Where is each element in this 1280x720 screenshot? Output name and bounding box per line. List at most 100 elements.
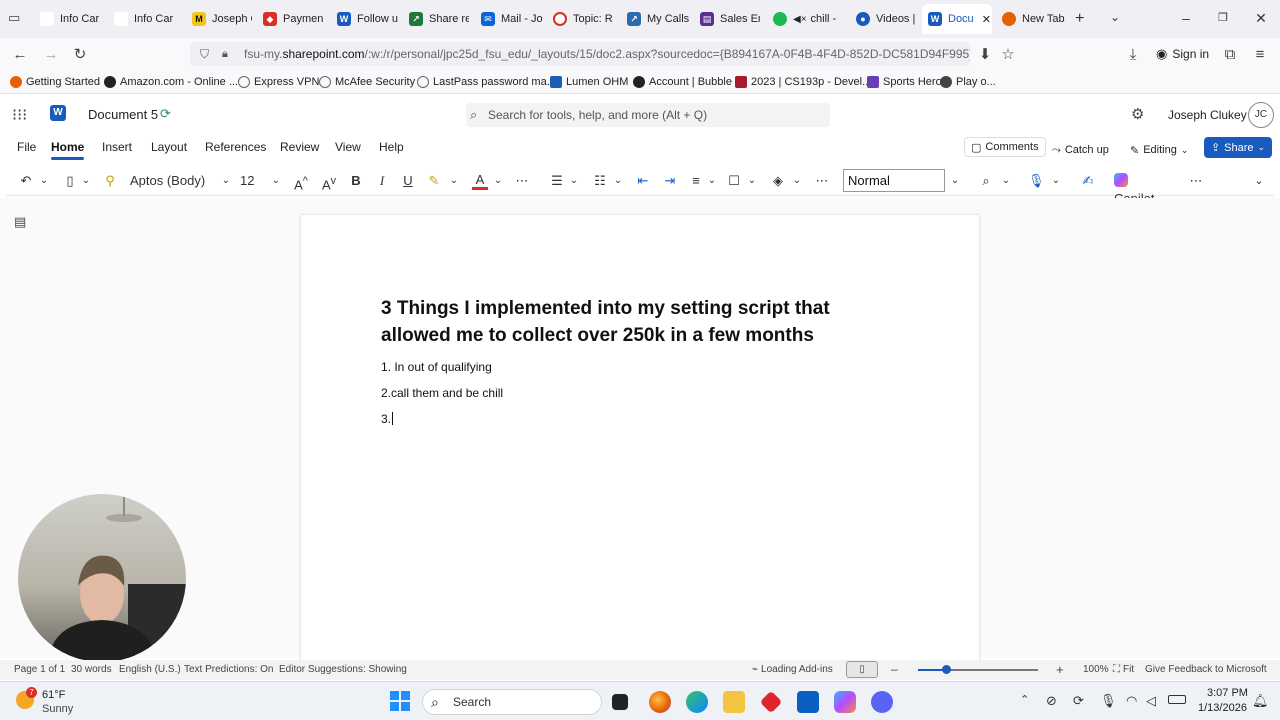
tab-home[interactable]: Home: [51, 140, 85, 160]
editing-mode-button[interactable]: ✎ Editing ⌄: [1130, 140, 1188, 160]
list-item[interactable]: 3.: [381, 412, 394, 426]
browser-tab[interactable]: Topic: R: [553, 4, 613, 34]
highlight-icon[interactable]: ✎: [426, 172, 442, 190]
share-button[interactable]: ⇪ Share ⌄: [1204, 137, 1272, 158]
zoom-in-icon[interactable]: +: [1056, 662, 1064, 677]
style-select[interactable]: Normal: [843, 169, 945, 192]
downloads-icon[interactable]: ⤓: [1124, 46, 1142, 64]
extensions-icon[interactable]: ⧉: [1221, 46, 1239, 64]
bookmark-star-icon[interactable]: ☆: [999, 46, 1017, 64]
tab-file[interactable]: File: [17, 140, 36, 154]
settings-gear-icon[interactable]: ⚙: [1131, 105, 1144, 123]
browser-tab[interactable]: W Follow u: [337, 4, 399, 34]
close-window-icon[interactable]: ✕: [1251, 8, 1271, 28]
clipboard-icon[interactable]: ▯: [62, 172, 78, 190]
underline-icon[interactable]: U: [400, 172, 416, 190]
store-icon[interactable]: [797, 691, 819, 713]
find-icon[interactable]: ⌕: [978, 172, 994, 190]
tab-help[interactable]: Help: [379, 140, 404, 154]
decrease-indent-icon[interactable]: ⇤: [635, 172, 651, 190]
browser-tab[interactable]: New Tab: [1002, 4, 1068, 34]
copilot-button[interactable]: Copilot: [1114, 172, 1176, 206]
catch-up-button[interactable]: ⤳ Catch up: [1052, 140, 1109, 160]
language-status[interactable]: English (U.S.): [119, 664, 181, 675]
bookmark-item[interactable]: McAfee Security: [319, 74, 415, 90]
print-layout-icon[interactable]: ▯: [846, 661, 878, 678]
document-page[interactable]: 3 Things I implemented into my setting s…: [300, 214, 980, 674]
align-icon[interactable]: ≡: [688, 172, 704, 190]
shrink-font-icon[interactable]: Av: [320, 172, 338, 192]
page-count[interactable]: Page 1 of 1: [14, 664, 65, 675]
italic-icon[interactable]: I: [374, 172, 390, 190]
bookmark-item[interactable]: Amazon.com - Online ...: [104, 74, 238, 90]
red-app-icon[interactable]: [759, 690, 783, 714]
zoom-slider-thumb[interactable]: [942, 665, 951, 674]
wifi-icon[interactable]: ◠: [1126, 693, 1137, 709]
editor-suggestions-status[interactable]: Editor Suggestions: Showing: [279, 664, 407, 675]
chevron-down-icon[interactable]: ⌄: [1000, 172, 1012, 190]
more-icon[interactable]: ⋯: [812, 172, 832, 190]
sync-icon[interactable]: ⟳: [1073, 693, 1084, 709]
bookmark-item[interactable]: Account | Bubble: [633, 74, 732, 90]
clock-date[interactable]: 1/13/2026: [1198, 702, 1247, 714]
chevron-down-icon[interactable]: ⌄: [1050, 172, 1062, 190]
grow-font-icon[interactable]: A^: [292, 172, 310, 192]
borders-icon[interactable]: ☐: [726, 172, 742, 190]
font-color-icon[interactable]: A: [472, 172, 488, 190]
sync-off-icon[interactable]: ⊘: [1046, 693, 1057, 709]
document-title[interactable]: 3 Things I implemented into my setting s…: [381, 295, 861, 349]
text-predictions-status[interactable]: Text Predictions: On: [184, 664, 273, 675]
user-name[interactable]: Joseph Clukey: [1168, 108, 1247, 122]
url-bar[interactable]: ⛉ 🔒︎ fsu-my.sharepoint.com/:w:/r/persona…: [190, 42, 970, 66]
chevron-up-icon[interactable]: ⌃: [1020, 693, 1029, 706]
zoom-level[interactable]: 100%: [1083, 664, 1109, 675]
tab-review[interactable]: Review: [280, 140, 319, 154]
discord-icon[interactable]: [871, 691, 893, 713]
bookmark-item[interactable]: Sports Hero: [867, 74, 942, 90]
reload-icon[interactable]: ↻: [71, 46, 89, 64]
bookmark-item[interactable]: Lumen OHM: [550, 74, 628, 90]
microphone-icon[interactable]: 🎙︎: [1100, 693, 1117, 709]
mute-icon[interactable]: ◀×: [793, 14, 807, 25]
word-logo-icon[interactable]: W: [50, 105, 66, 121]
reader-view-icon[interactable]: ⬇: [976, 46, 994, 64]
tab-layout[interactable]: Layout: [151, 140, 187, 154]
menu-icon[interactable]: ≡: [1251, 46, 1269, 64]
more-icon[interactable]: ⋯: [1186, 172, 1206, 190]
notifications-icon[interactable]: 🔔︎: [1252, 693, 1269, 709]
task-view-icon[interactable]: [612, 694, 628, 710]
search-input[interactable]: ⌕ Search for tools, help, and more (Alt …: [466, 103, 830, 127]
tab-view[interactable]: View: [335, 140, 361, 154]
more-icon[interactable]: ⋯: [512, 172, 532, 190]
undo-icon[interactable]: ↶: [18, 172, 34, 190]
new-tab-icon[interactable]: +: [1075, 10, 1084, 28]
font-size-select[interactable]: 12 ⌄: [240, 172, 280, 190]
minimize-icon[interactable]: –: [1176, 8, 1196, 28]
browser-tab[interactable]: ✉ Mail - Jo: [481, 4, 543, 34]
navigation-pane-icon[interactable]: ▤: [14, 214, 30, 230]
lock-icon[interactable]: 🔒︎: [222, 42, 228, 66]
browser-tab[interactable]: Info Car: [114, 4, 184, 34]
windows-start-icon[interactable]: [390, 691, 410, 711]
chevron-down-icon[interactable]: ⌄: [448, 172, 460, 190]
font-name-select[interactable]: Aptos (Body) ⌄: [130, 172, 234, 190]
feedback-link[interactable]: Give Feedback to Microsoft: [1145, 664, 1267, 675]
bookmark-item[interactable]: Getting Started: [10, 74, 100, 90]
chevron-down-icon[interactable]: ⌄: [746, 172, 758, 190]
zoom-out-icon[interactable]: –: [891, 662, 898, 676]
chevron-down-icon[interactable]: ⌄: [492, 172, 504, 190]
taskbar-search[interactable]: ⌕ Search: [422, 689, 602, 715]
list-item[interactable]: 1. In out of qualifying: [381, 360, 492, 374]
tab-overflow-icon[interactable]: ⌄: [1110, 10, 1120, 24]
chevron-down-icon[interactable]: ⌄: [38, 172, 50, 190]
bookmark-item[interactable]: LastPass password ma...: [417, 74, 556, 90]
shield-icon[interactable]: ⛉: [200, 42, 209, 66]
chevron-down-icon[interactable]: ⌄: [791, 172, 803, 190]
chevron-down-icon[interactable]: ⌄: [568, 172, 580, 190]
collapse-ribbon-icon[interactable]: ⌄: [1252, 172, 1266, 190]
bookmark-item[interactable]: Play o...: [940, 74, 996, 90]
fit-button[interactable]: ⛶ Fit: [1113, 664, 1134, 675]
bookmark-item[interactable]: Express VPN: [238, 74, 319, 90]
browser-tab[interactable]: ▤ Sales En: [700, 4, 760, 34]
edge-icon[interactable]: [686, 691, 708, 713]
